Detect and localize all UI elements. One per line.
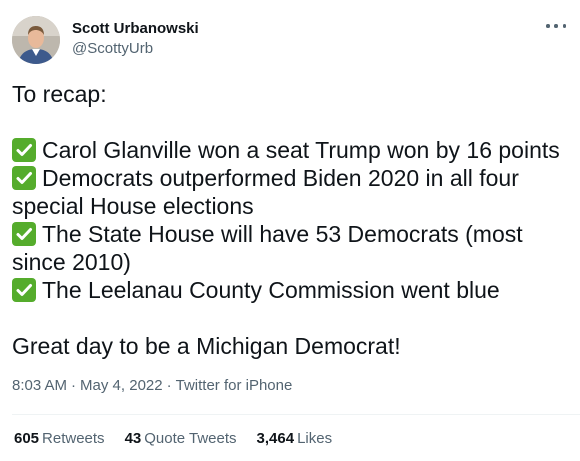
list-item-text: Democrats outperformed Biden 2020 in all…: [12, 165, 519, 219]
tweet-date[interactable]: May 4, 2022: [80, 377, 163, 394]
tweet-text: To recap: Carol Glanville won a seat Tru…: [12, 80, 572, 360]
likes-count: 3,464: [256, 430, 295, 447]
tweet-card: Scott Urbanowski @ScottyUrb To recap: Ca…: [0, 0, 580, 461]
check-mark-icon: [12, 222, 36, 246]
meta-separator: ·: [166, 377, 172, 394]
retweets-stat[interactable]: 605 Retweets: [14, 429, 105, 449]
tweet-time[interactable]: 8:03 AM: [12, 377, 67, 394]
divider: [12, 414, 580, 415]
list-item: Carol Glanville won a seat Trump won by …: [12, 136, 572, 164]
tweet-source[interactable]: Twitter for iPhone: [176, 377, 293, 394]
avatar[interactable]: [12, 16, 60, 64]
retweets-count: 605: [14, 430, 40, 447]
likes-stat[interactable]: 3,464 Likes: [257, 429, 333, 449]
ellipsis-icon[interactable]: [546, 18, 566, 34]
tweet-intro: To recap:: [12, 81, 107, 107]
quote-tweets-label: Quote Tweets: [144, 430, 237, 447]
tweet-stats: 605 Retweets 43 Quote Tweets 3,464 Likes: [14, 429, 352, 449]
meta-separator: ·: [71, 377, 77, 394]
author-handle[interactable]: @ScottyUrb: [72, 39, 199, 59]
quote-tweets-stat[interactable]: 43 Quote Tweets: [125, 429, 237, 449]
tweet-closing: Great day to be a Michigan Democrat!: [12, 333, 401, 359]
retweets-label: Retweets: [42, 430, 105, 447]
list-item: Democrats outperformed Biden 2020 in all…: [12, 164, 572, 220]
list-item-text: The State House will have 53 Democrats (…: [12, 221, 523, 275]
list-item: The Leelanau County Commission went blue: [12, 276, 572, 304]
author-display-name[interactable]: Scott Urbanowski: [72, 19, 199, 39]
list-item-text: Carol Glanville won a seat Trump won by …: [42, 137, 560, 163]
tweet-header: Scott Urbanowski @ScottyUrb: [12, 16, 199, 64]
tweet-meta: 8:03 AM · May 4, 2022 · Twitter for iPhone: [12, 376, 292, 396]
check-mark-icon: [12, 278, 36, 302]
author-names: Scott Urbanowski @ScottyUrb: [72, 19, 199, 59]
check-mark-icon: [12, 166, 36, 190]
list-item-text: The Leelanau County Commission went blue: [42, 277, 500, 303]
check-mark-icon: [12, 138, 36, 162]
quote-tweets-count: 43: [124, 430, 142, 447]
likes-label: Likes: [297, 430, 333, 447]
list-item: The State House will have 53 Democrats (…: [12, 220, 572, 276]
